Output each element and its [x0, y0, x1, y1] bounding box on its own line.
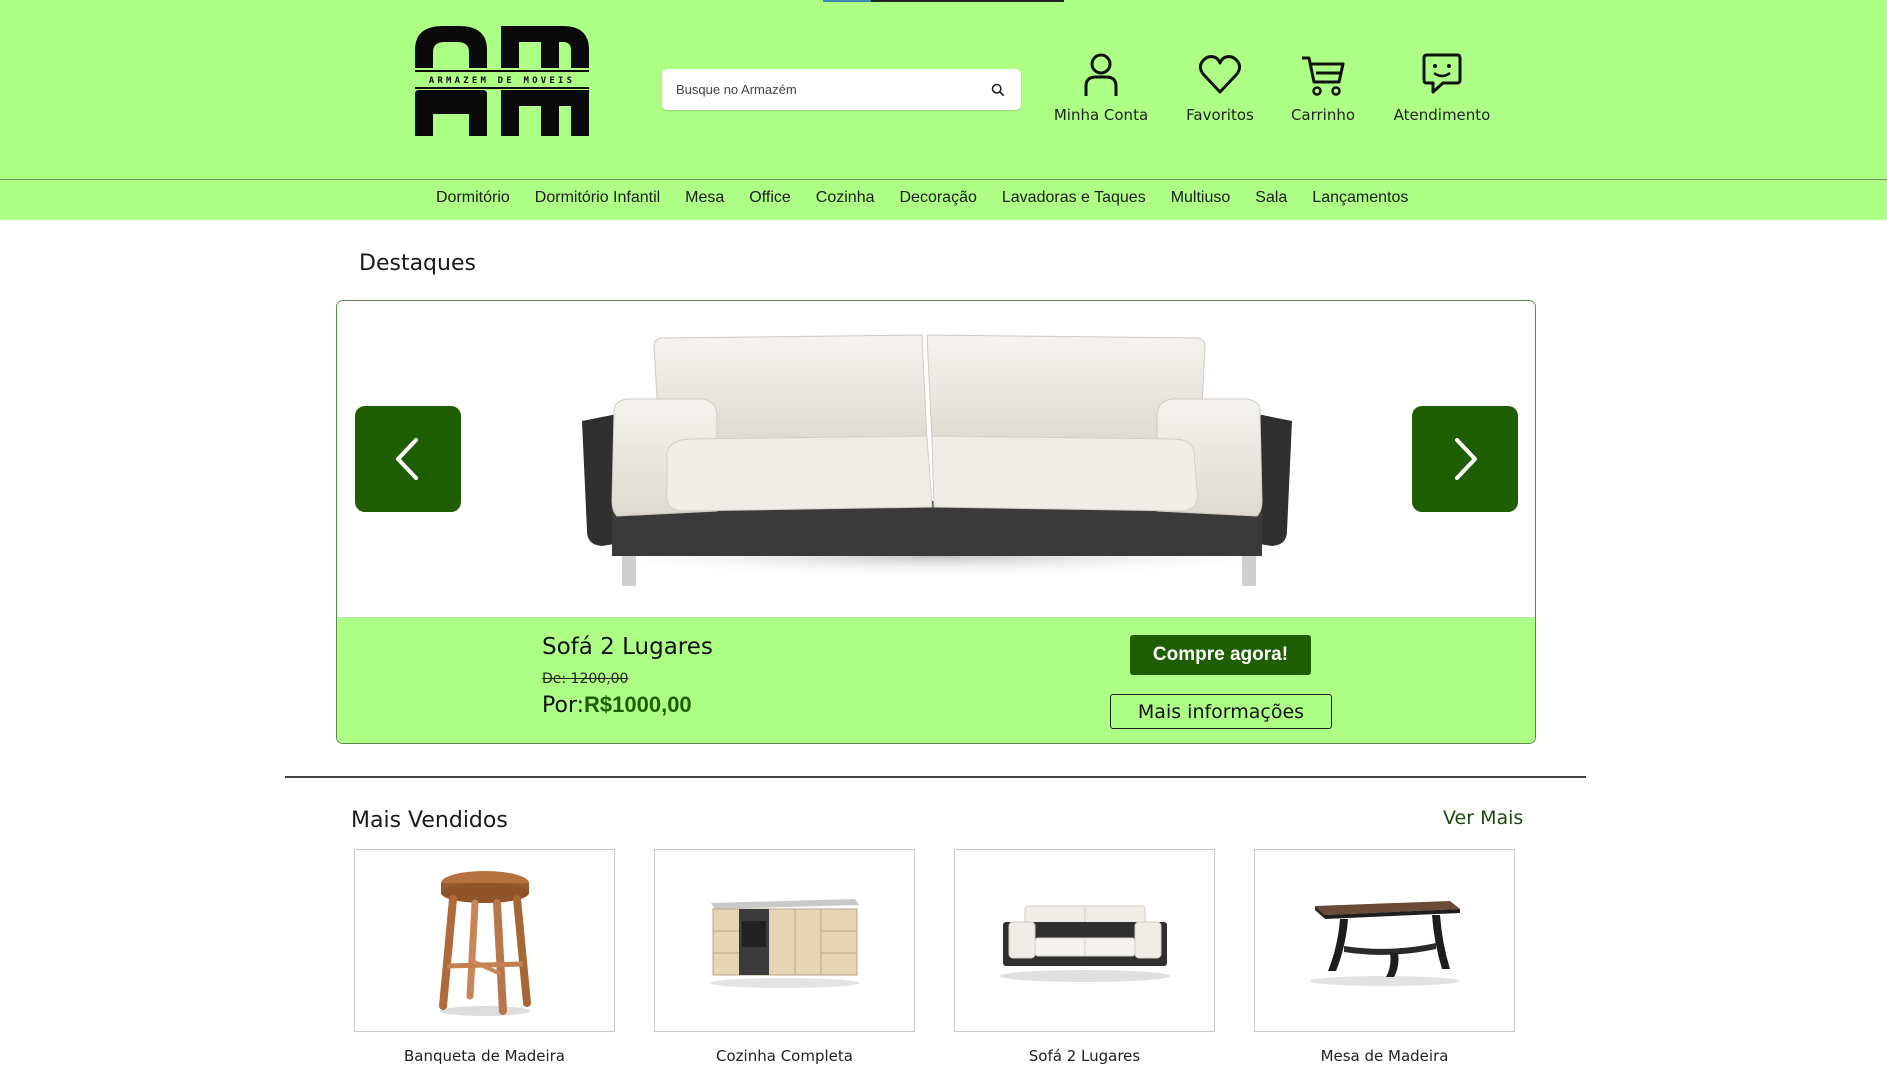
cart-icon: [1302, 56, 1345, 96]
see-more-link[interactable]: Ver Mais: [1443, 807, 1523, 829]
nav-item-cozinha[interactable]: Cozinha: [816, 189, 875, 207]
kitchen-image: [709, 898, 860, 988]
current-price: Por:R$1000,00: [542, 692, 692, 718]
carousel-image-area: [337, 301, 1535, 617]
stool-image: [438, 870, 531, 1016]
sofa-thumb-image: [999, 905, 1170, 982]
favorites-label: Favoritos: [1186, 106, 1254, 124]
more-info-button[interactable]: Mais informações: [1110, 694, 1332, 729]
nav-item-office[interactable]: Office: [749, 189, 791, 207]
product-name-stool: Banqueta de Madeira: [403, 1047, 565, 1065]
nav-item-decoracao[interactable]: Decoração: [900, 189, 977, 207]
highlights-title: Destaques: [359, 251, 476, 276]
search-icon[interactable]: [991, 82, 1007, 98]
nav-item-mesa[interactable]: Mesa: [685, 189, 724, 207]
best-sellers-title: Mais Vendidos: [351, 808, 508, 833]
nav-item-dormitorio-infantil[interactable]: Dormitório Infantil: [535, 189, 660, 207]
nav-item-sala[interactable]: Sala: [1255, 189, 1287, 207]
old-price: De: 1200,00: [542, 671, 629, 687]
chevron-right-icon: [1455, 438, 1477, 480]
support-label: Atendimento: [1393, 106, 1491, 124]
loading-bar: [823, 0, 1064, 2]
price-value: R$1000,00: [584, 692, 692, 717]
nav-item-multiuso[interactable]: Multiuso: [1171, 189, 1231, 207]
section-divider: [285, 776, 1586, 778]
cart-label: Carrinho: [1290, 106, 1356, 124]
site-header: ARMAZEM DE MOVEIS Busque no Armazém Minh…: [0, 0, 1887, 179]
search-input[interactable]: Busque no Armazém: [676, 82, 991, 97]
logo[interactable]: ARMAZEM DE MOVEIS: [413, 24, 591, 138]
product-name: Sofá 2 Lugares: [542, 634, 713, 660]
favorites-link[interactable]: Favoritos: [1165, 52, 1275, 124]
product-card-sofa[interactable]: [954, 849, 1215, 1032]
product-card-stool[interactable]: [354, 849, 615, 1032]
account-link[interactable]: Minha Conta: [1046, 52, 1156, 124]
heart-icon: [1198, 55, 1242, 94]
product-name-kitchen: Cozinha Completa: [716, 1047, 853, 1065]
carousel-next-button[interactable]: [1412, 406, 1518, 512]
cart-link[interactable]: Carrinho: [1268, 52, 1378, 124]
buy-now-button[interactable]: Compre agora!: [1130, 635, 1311, 675]
sofa-image: [567, 334, 1307, 586]
user-icon: [1084, 53, 1118, 96]
nav-item-lancamentos[interactable]: Lançamentos: [1312, 189, 1408, 207]
highlights-carousel: Sofá 2 Lugares De: 1200,00 Por:R$1000,00…: [336, 300, 1536, 744]
carousel-prev-button[interactable]: [355, 406, 461, 512]
logo-lettering: ARMAZEM DE MOVEIS: [429, 76, 576, 86]
product-card-table[interactable]: [1254, 849, 1515, 1032]
search-bar[interactable]: Busque no Armazém: [662, 69, 1021, 110]
product-name-sofa: Sofá 2 Lugares: [1028, 1047, 1141, 1065]
support-link[interactable]: Atendimento: [1387, 52, 1497, 124]
table-image: [1309, 900, 1460, 986]
chat-smile-icon: [1422, 53, 1462, 94]
product-name-table: Mesa de Madeira: [1320, 1047, 1449, 1065]
chevron-left-icon: [396, 438, 418, 480]
carousel-product-info: Sofá 2 Lugares De: 1200,00 Por:R$1000,00…: [337, 617, 1535, 743]
nav-item-dormitorio[interactable]: Dormitório: [436, 189, 510, 207]
category-nav: Dormitório Dormitório Infantil Mesa Offi…: [0, 179, 1887, 220]
account-label: Minha Conta: [1053, 106, 1149, 124]
nav-item-lavadoras[interactable]: Lavadoras e Taques: [1002, 189, 1146, 207]
price-prefix: Por:: [542, 693, 585, 718]
product-card-kitchen[interactable]: [654, 849, 915, 1032]
